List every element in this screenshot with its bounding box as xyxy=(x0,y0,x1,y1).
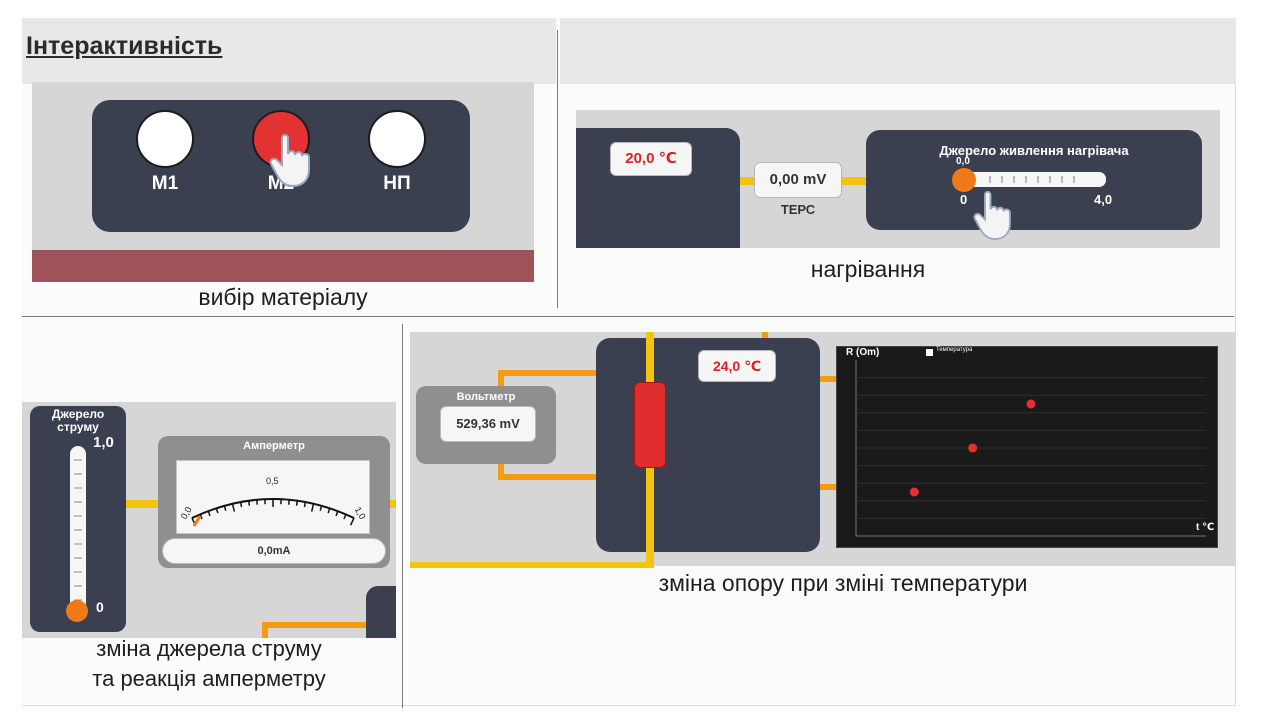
current-wire-bottom xyxy=(262,622,366,628)
ammeter-title: Амперметр xyxy=(243,440,305,452)
divider-vertical-top xyxy=(557,30,558,308)
heating-caption: нагрівання xyxy=(810,256,926,282)
ammeter-tick xyxy=(327,508,331,514)
current-caption-line1: зміна джерела струму xyxy=(96,636,322,661)
heating-temperature-display: 20,0 ℃ xyxy=(610,142,692,176)
terps-display: 0,00 mV xyxy=(754,162,842,198)
hand-pointer-icon xyxy=(269,134,310,188)
current-source-title: Джерело струму xyxy=(51,407,105,434)
ammeter-tick xyxy=(239,501,243,508)
page-title: Інтерактивність xyxy=(26,32,223,60)
current-wire-left xyxy=(126,500,160,508)
heater-slider-max: 4,0 xyxy=(1094,192,1113,207)
graph-data-point xyxy=(968,443,978,453)
heater-title: Джерело живлення нагрівача xyxy=(939,143,1129,158)
current-sample-box xyxy=(366,586,396,638)
ammeter-tick xyxy=(207,510,211,517)
material-caption: вибір матеріалу xyxy=(198,284,368,310)
ammeter-tick xyxy=(223,505,227,511)
material-np-button[interactable] xyxy=(368,110,426,168)
resistance-temperature-display: 24,0 ℃ xyxy=(698,350,776,382)
resistance-wire-bottom xyxy=(410,562,648,568)
ammeter-display: 0,0mA xyxy=(162,538,386,564)
resistance-caption: зміна опору при зміні температури xyxy=(658,570,1028,596)
resistor-sample xyxy=(634,382,666,468)
ammeter-tick xyxy=(343,514,347,520)
current-source-max: 1,0 xyxy=(93,434,114,451)
resistance-wire-mid-rise xyxy=(498,462,504,480)
current-source-knob[interactable] xyxy=(66,600,88,622)
ammeter-tick xyxy=(319,505,323,511)
resistance-wire-graph-a xyxy=(820,376,836,382)
ammeter-tick xyxy=(335,510,339,517)
ammeter-scale xyxy=(191,498,355,527)
heater-slider-ticks xyxy=(989,176,1075,183)
hand-pointer-icon-heating xyxy=(973,190,1011,241)
current-wire-right xyxy=(390,500,396,508)
heater-slider-value: 0,0 xyxy=(956,156,970,167)
graph-data-point xyxy=(909,487,919,497)
heater-slider-min: 0 xyxy=(960,192,968,207)
material-sample-strip xyxy=(32,250,534,282)
ammeter-tick xyxy=(303,501,307,508)
ammeter-scale-mid: 0,5 xyxy=(266,476,279,486)
ammeter-tick xyxy=(310,503,315,512)
graph-data-point xyxy=(1026,399,1036,409)
ammeter-tick xyxy=(231,503,236,512)
voltmeter-display: 529,36 mV xyxy=(440,406,536,442)
ammeter-tick xyxy=(295,500,299,506)
ammeter-tick xyxy=(215,508,219,514)
ammeter-tick xyxy=(349,517,355,526)
material-m1-button[interactable] xyxy=(136,110,194,168)
terps-label: ТЕРС xyxy=(780,202,816,217)
resistance-wire-graph-b xyxy=(820,484,836,490)
current-caption-line2: та реакція амперметру xyxy=(92,666,326,691)
voltmeter-title: Вольтметр xyxy=(456,391,516,403)
current-source-min: 0 xyxy=(96,599,104,615)
divider-vertical-bottom xyxy=(402,324,403,708)
ammeter-tick xyxy=(247,500,251,506)
title-bar-right xyxy=(560,18,1236,84)
material-m1-label: М1 xyxy=(151,173,179,194)
divider-horizontal xyxy=(22,316,1234,317)
current-source-ticks xyxy=(74,459,82,601)
graph-plot-area xyxy=(855,360,1206,537)
material-np-label: НП xyxy=(383,173,411,194)
